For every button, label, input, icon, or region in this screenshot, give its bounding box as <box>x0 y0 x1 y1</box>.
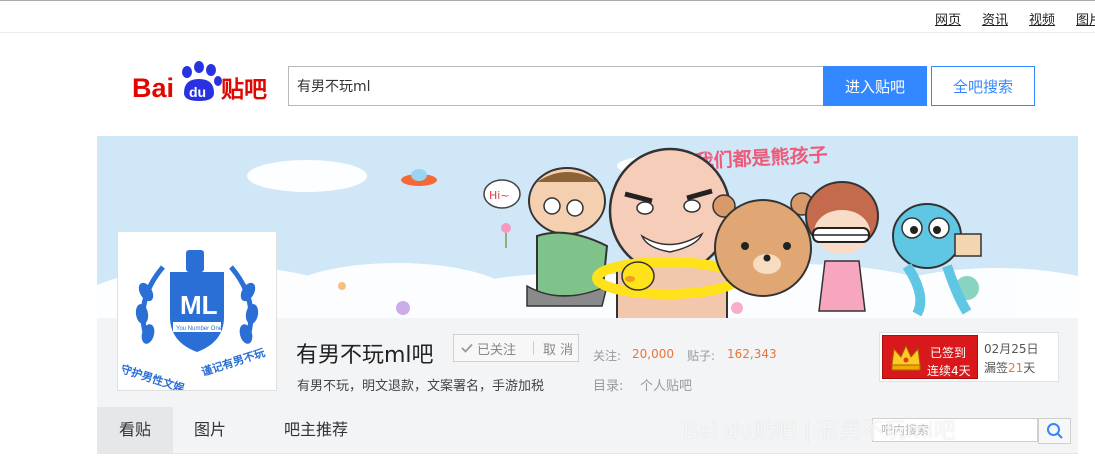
topnav-news-link[interactable]: 资讯 <box>982 9 1008 28</box>
tab-images[interactable]: 图片 <box>173 407 247 453</box>
forum-avatar[interactable]: ML You Number One 守护男性文娱 谨记有男不玩 <box>117 231 277 396</box>
posts-count: 162,343 <box>727 347 777 361</box>
character-bear <box>712 192 814 297</box>
unfollow-button[interactable]: 取 消 <box>534 339 573 358</box>
sign-in-box: 已签到 连续4天 02月25日 漏签21天 <box>879 332 1059 382</box>
watermark: Bai du贴吧 | 有男不玩ml吧 <box>683 419 956 444</box>
crown-icon <box>891 344 921 371</box>
baidu-tieba-logo[interactable]: Bai du 贴吧 <box>132 59 272 105</box>
search-input[interactable] <box>288 66 824 106</box>
missed-suffix: 天 <box>1023 361 1036 375</box>
topnav-web-link[interactable]: 网页 <box>935 9 961 28</box>
posts-label: 贴子: <box>687 349 716 363</box>
missed-count: 21 <box>1008 361 1024 375</box>
check-icon <box>461 343 473 353</box>
logo-text-tieba: 贴吧 <box>221 77 267 103</box>
missed-prefix: 漏签 <box>984 361 1009 375</box>
forum-slogan: 有男不玩，明文退款，文案署名，手游加税 <box>297 379 545 394</box>
emblem-ml-text: ML <box>180 290 218 320</box>
followed-label: 已关注 <box>477 342 517 358</box>
tab-admin-picks[interactable]: 吧主推荐 <box>261 407 371 453</box>
followers-label: 关注: <box>593 349 622 363</box>
forum-name: 有男不玩ml吧 <box>296 343 434 368</box>
logo-text-du: du <box>189 84 206 100</box>
missed-days: 漏签21天 <box>984 359 1035 376</box>
logo-text-bai: Bai <box>132 73 174 103</box>
signed-in-label: 已签到 <box>930 346 967 360</box>
topnav-video-link[interactable]: 视频 <box>1029 9 1055 28</box>
sign-date: 02月25日 <box>984 342 1039 356</box>
follow-status-button[interactable]: 已关注 取 消 <box>453 334 579 362</box>
inner-search-button[interactable] <box>1038 418 1071 444</box>
character-duck <box>621 261 655 291</box>
hi-bubble-text: Hi~ <box>489 189 510 202</box>
logo-graphic: Bai du 贴吧 <box>132 61 267 103</box>
top-bar: 网页 资讯 视频 图片 <box>0 0 1095 33</box>
streak-label: 连续4天 <box>927 364 971 378</box>
catalog-value[interactable]: 个人贴吧 <box>640 375 692 394</box>
followed-indicator: 已关注 <box>454 339 533 358</box>
emblem-ribbon-text: You Number One <box>176 326 223 332</box>
tab-posts[interactable]: 看贴 <box>97 407 173 453</box>
followers-count: 20,000 <box>632 347 674 361</box>
paw-icon: du <box>182 61 222 101</box>
thumb-up-icon <box>186 250 204 272</box>
enter-tieba-button[interactable]: 进入贴吧 <box>823 66 927 106</box>
top-nav: 网页 资讯 视频 图片 <box>935 9 1095 28</box>
search-all-button[interactable]: 全吧搜索 <box>931 66 1035 106</box>
forum-emblem: ML You Number One 守护男性文娱 谨记有男不玩 <box>118 232 276 396</box>
signed-in-button[interactable]: 已签到 连续4天 <box>882 335 978 379</box>
search-icon <box>1047 423 1063 439</box>
hi-bubble: Hi~ <box>483 179 521 209</box>
topnav-image-link[interactable]: 图片 <box>1076 9 1095 28</box>
catalog-label: 目录: <box>593 379 624 394</box>
